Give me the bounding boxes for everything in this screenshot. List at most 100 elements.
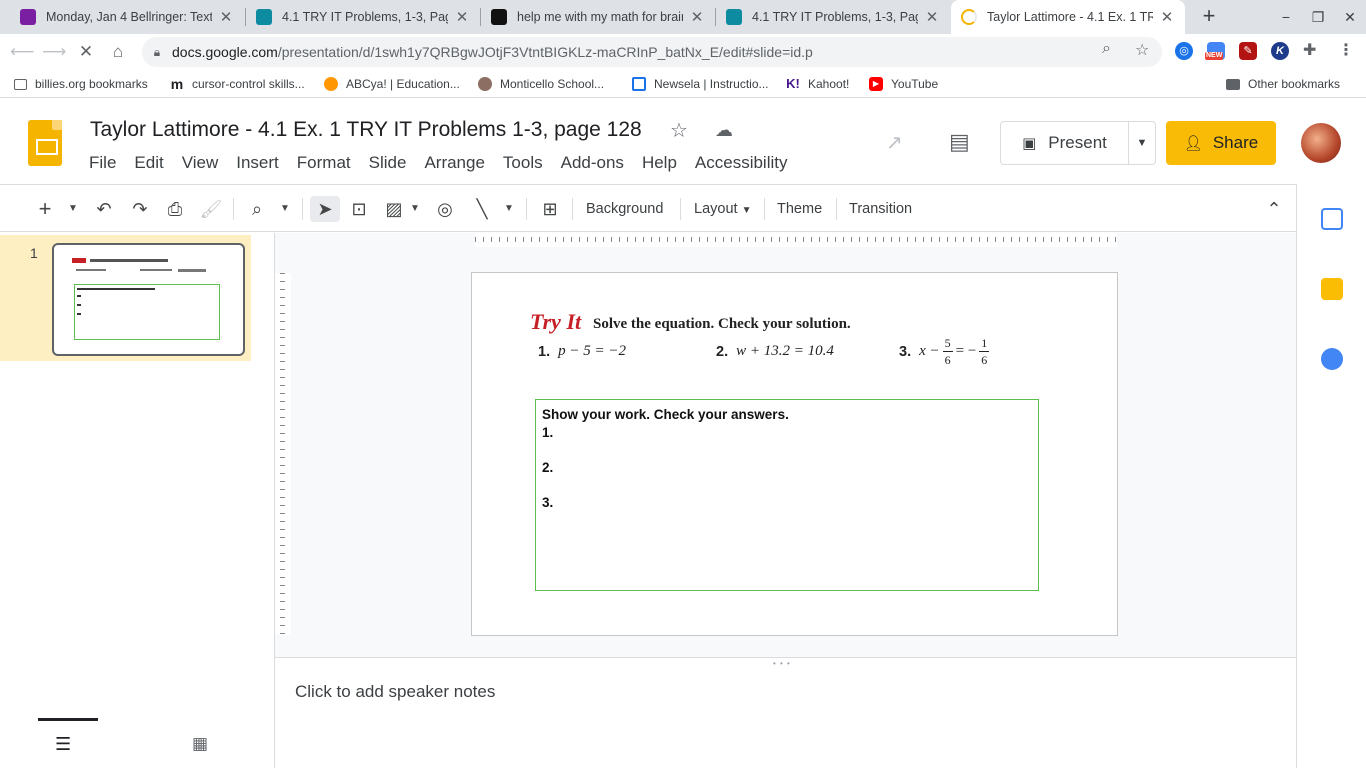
extension-globe-icon[interactable]: ◎ xyxy=(1175,42,1193,60)
filmstrip-view-icon[interactable]: ☰ xyxy=(55,734,71,755)
close-window-button[interactable]: ✕ xyxy=(1339,6,1361,28)
layout-dropdown-icon: ▼ xyxy=(741,205,752,216)
bookmark-label: YouTube xyxy=(891,77,939,91)
slide-thumbnail-selected[interactable]: 1 xyxy=(0,235,251,361)
notes-resize-handle[interactable]: • • • xyxy=(275,657,1296,668)
present-options-dropdown[interactable]: ▼ xyxy=(1129,137,1155,149)
other-bookmarks-folder[interactable]: Other bookmarks xyxy=(1226,75,1340,93)
bookmark-folder[interactable]: billies.org bookmarks xyxy=(14,75,148,93)
browser-tab[interactable]: help me with my math for brain ✕ xyxy=(481,0,715,34)
menu-addons[interactable]: Add-ons xyxy=(552,151,633,175)
fraction-numerator: 1 xyxy=(981,336,988,350)
chrome-menu-icon[interactable]: ⋮ xyxy=(1338,40,1354,60)
vertical-ruler[interactable] xyxy=(275,273,291,635)
problem-equation-part: x − xyxy=(919,343,940,359)
shape-icon[interactable]: ◎ xyxy=(432,196,458,222)
close-tab-icon[interactable]: ✕ xyxy=(218,8,234,26)
redo-icon[interactable]: ↷ xyxy=(128,196,152,222)
present-button-group: ▣ Present ▼ xyxy=(1000,121,1156,165)
address-bar[interactable]: 🔒︎ docs.google.com/presentation/d/1swh1y… xyxy=(142,37,1162,67)
zoom-dropdown[interactable]: ▼ xyxy=(276,196,294,222)
comments-icon[interactable]: ▤ xyxy=(949,129,970,155)
lock-icon[interactable]: 🔒︎ xyxy=(142,45,172,60)
menu-file[interactable]: File xyxy=(80,151,125,175)
menu-accessibility[interactable]: Accessibility xyxy=(686,151,797,175)
back-button[interactable]: ⟵ xyxy=(10,40,34,64)
work-text-box[interactable]: Show your work. Check your answers. 1. 2… xyxy=(535,399,1039,591)
minimize-button[interactable]: − xyxy=(1275,6,1297,28)
insert-image-icon[interactable]: ▨ xyxy=(382,196,406,222)
grid-view-icon[interactable]: ▦ xyxy=(192,734,208,754)
undo-icon[interactable]: ↶ xyxy=(92,196,116,222)
bookmark-link[interactable]: Newsela | Instructio... xyxy=(632,75,769,93)
menu-slide[interactable]: Slide xyxy=(360,151,416,175)
problem-equation: w + 13.2 = 10.4 xyxy=(736,343,834,359)
browser-tab[interactable]: 4.1 TRY IT Problems, 1-3, Page ✕ xyxy=(246,0,480,34)
new-slide-layout-dropdown[interactable]: ▼ xyxy=(64,196,82,222)
slides-logo-icon[interactable] xyxy=(28,120,62,166)
bookmark-link[interactable]: ABCya! | Education... xyxy=(324,75,460,93)
line-icon[interactable]: ╲ xyxy=(470,196,494,222)
bookmark-link[interactable]: m cursor-control skills... xyxy=(170,75,305,93)
document-title[interactable]: Taylor Lattimore - 4.1 Ex. 1 TRY IT Prob… xyxy=(90,118,642,142)
new-slide-icon[interactable]: + xyxy=(34,196,56,222)
restore-button[interactable]: ❐ xyxy=(1307,6,1329,28)
kahoot-icon: K! xyxy=(786,76,800,91)
activity-trend-icon[interactable]: ↗ xyxy=(886,130,903,155)
paint-format-icon[interactable]: 🖌︎ xyxy=(199,196,223,222)
background-button[interactable]: Background xyxy=(586,198,663,220)
close-tab-icon[interactable]: ✕ xyxy=(924,8,940,26)
menu-format[interactable]: Format xyxy=(288,151,360,175)
menu-arrange[interactable]: Arrange xyxy=(415,151,493,175)
add-comment-icon[interactable]: ⊞ xyxy=(538,196,562,222)
menu-tools[interactable]: Tools xyxy=(494,151,552,175)
close-tab-icon[interactable]: ✕ xyxy=(689,8,705,26)
cloud-saved-icon[interactable]: ☁ xyxy=(715,120,733,141)
image-dropdown[interactable]: ▼ xyxy=(406,196,424,222)
home-button[interactable]: ⌂ xyxy=(106,40,130,64)
bookmark-link[interactable]: Monticello School... xyxy=(478,75,604,93)
close-tab-icon[interactable]: ✕ xyxy=(454,8,470,26)
extension-new-icon[interactable]: NEW xyxy=(1205,42,1225,60)
menu-edit[interactable]: Edit xyxy=(125,151,172,175)
present-button[interactable]: ▣ Present xyxy=(1001,122,1129,164)
keep-icon[interactable] xyxy=(1321,278,1343,300)
extension-pen-icon[interactable]: ✎ xyxy=(1239,42,1257,60)
avatar[interactable] xyxy=(1301,123,1341,163)
bookmark-link[interactable]: ▶ YouTube xyxy=(869,75,938,93)
transition-button[interactable]: Transition xyxy=(849,198,912,220)
collapse-menus-chevron-icon[interactable]: ⌃ xyxy=(1262,196,1286,222)
text-box-icon[interactable]: ⊡ xyxy=(346,196,372,222)
close-tab-icon[interactable]: ✕ xyxy=(1159,8,1175,26)
share-button[interactable]: 👤︎ Share xyxy=(1166,121,1276,165)
slide[interactable]: Try It Solve the equation. Check your so… xyxy=(471,272,1118,636)
extensions-puzzle-icon[interactable]: ✚ xyxy=(1303,40,1316,60)
stop-loading-button[interactable]: ✕ xyxy=(74,40,98,64)
speaker-notes-area[interactable]: Click to add speaker notes xyxy=(275,666,1296,768)
tasks-icon[interactable] xyxy=(1321,348,1343,370)
bookmark-link[interactable]: K! Kahoot! xyxy=(786,75,849,93)
zoom-icon[interactable]: ⌕ xyxy=(1102,40,1111,58)
browser-toolbar: ⟵ ⟶ ✕ ⌂ 🔒︎ docs.google.com/presentation/… xyxy=(0,34,1366,70)
line-dropdown[interactable]: ▼ xyxy=(500,196,518,222)
browser-tab-active[interactable]: Taylor Lattimore - 4.1 Ex. 1 TRY ✕ xyxy=(951,0,1185,34)
forward-button[interactable]: ⟶ xyxy=(42,40,66,64)
bookmark-star-icon[interactable]: ☆ xyxy=(1135,40,1149,60)
calendar-icon[interactable] xyxy=(1321,208,1343,230)
slide-thumbnail[interactable] xyxy=(52,243,245,356)
browser-tab[interactable]: Monday, Jan 4 Bellringer: Textu ✕ xyxy=(10,0,244,34)
horizontal-ruler[interactable] xyxy=(475,233,1117,247)
theme-button[interactable]: Theme xyxy=(777,198,822,220)
select-cursor-icon[interactable]: ➤ xyxy=(310,196,340,222)
star-icon[interactable]: ☆ xyxy=(670,118,688,143)
browser-tab[interactable]: 4.1 TRY IT Problems, 1-3, Page ✕ xyxy=(716,0,950,34)
menu-help[interactable]: Help xyxy=(633,151,686,175)
menu-insert[interactable]: Insert xyxy=(227,151,288,175)
new-tab-button[interactable]: + xyxy=(1196,4,1222,30)
zoom-icon[interactable]: ⌕ xyxy=(245,196,269,222)
problem-2: 2. w + 13.2 = 10.4 xyxy=(716,343,834,360)
layout-button[interactable]: Layout ▼ xyxy=(694,198,751,222)
print-icon[interactable]: ⎙ xyxy=(163,196,187,222)
extension-k-icon[interactable]: K xyxy=(1271,42,1289,60)
menu-view[interactable]: View xyxy=(173,151,228,175)
